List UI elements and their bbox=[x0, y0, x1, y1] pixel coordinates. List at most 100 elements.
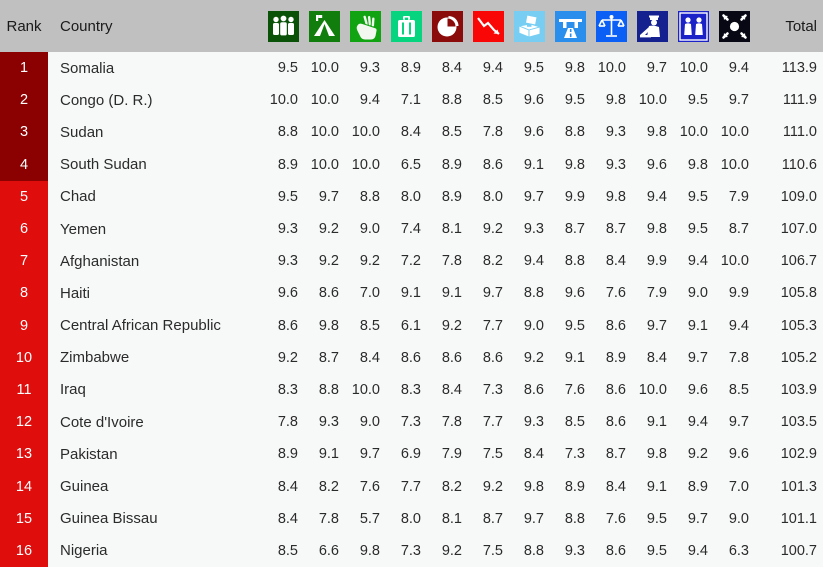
score-cell-2: 9.8 bbox=[318, 317, 339, 334]
score-cell-8: 7.6 bbox=[564, 381, 585, 398]
score-cell-8: 8.5 bbox=[564, 414, 585, 431]
table-row[interactable]: 5 Chad 9.5 9.7 8.8 8.0 8.9 8.0 9.7 9.9 9.8 9.4 9.5 7.… bbox=[0, 180, 823, 213]
score-cell-8: 9.6 bbox=[564, 285, 585, 302]
column-header-uneven-economic-development[interactable] bbox=[427, 0, 468, 52]
score-cell-12: 7.9 bbox=[728, 188, 749, 205]
score-cell-10: 9.8 bbox=[646, 221, 667, 238]
score-cell-12: 6.3 bbox=[728, 542, 749, 559]
column-header-human-flight-brain-drain[interactable] bbox=[386, 0, 427, 52]
rank-cell: 5 bbox=[0, 180, 48, 213]
score-cell-1: 8.4 bbox=[277, 478, 298, 495]
table-row[interactable]: 14 Guinea 8.4 8.2 7.6 7.7 8.2 9.2 9.8 8.9 8.4 9.1 8.… bbox=[0, 470, 823, 503]
score-cell-11: 9.5 bbox=[687, 92, 708, 109]
table-row[interactable]: 12 Cote d'Ivoire 7.8 9.3 9.0 7.3 7.8 7.7 9.3 8.5 8… bbox=[0, 406, 823, 439]
country-cell: Chad bbox=[60, 188, 96, 206]
table-row[interactable]: 15 Guinea Bissau 8.4 7.8 5.7 8.0 8.1 8.7 9.7 8.8 7… bbox=[0, 502, 823, 535]
column-header-demographic-pressures[interactable] bbox=[263, 0, 304, 52]
column-header-external-intervention[interactable] bbox=[714, 0, 755, 52]
score-cell-10: 9.7 bbox=[646, 60, 667, 77]
score-cell-6: 7.8 bbox=[482, 124, 503, 141]
score-cell-12: 9.6 bbox=[728, 446, 749, 463]
score-cell-6: 7.5 bbox=[482, 446, 503, 463]
score-cell-10: 8.4 bbox=[646, 349, 667, 366]
total-cell: 101.1 bbox=[780, 510, 817, 527]
score-cell-1: 8.9 bbox=[277, 446, 298, 463]
rank-cell: 6 bbox=[0, 212, 48, 246]
total-cell: 113.9 bbox=[781, 60, 817, 77]
score-cell-5: 8.4 bbox=[441, 381, 462, 398]
table-row[interactable]: 4 South Sudan 8.9 10.0 10.0 6.5 8.9 8.6 9.1 9.8 9.… bbox=[0, 148, 823, 181]
score-cell-9: 8.6 bbox=[605, 542, 626, 559]
total-cell: 105.3 bbox=[780, 317, 817, 334]
score-cell-11: 9.5 bbox=[687, 221, 708, 238]
table-row[interactable]: 7 Afghanistan 9.3 9.2 9.2 7.2 7.8 8.2 9.4 8.8 8.4 9… bbox=[0, 245, 823, 278]
column-header-rank[interactable]: Rank bbox=[0, 0, 48, 52]
score-cell-2: 7.8 bbox=[318, 510, 339, 527]
table-row[interactable]: 6 Yemen 9.3 9.2 9.0 7.4 8.1 9.2 9.3 8.7 8.7 9.8 9.5 8… bbox=[0, 212, 823, 246]
table-row[interactable]: 3 Sudan 8.8 10.0 10.0 8.4 8.5 7.8 9.6 8.8 9.3 9.8 10… bbox=[0, 116, 823, 149]
rank-cell: 3 bbox=[0, 116, 48, 149]
score-cell-2: 8.2 bbox=[318, 478, 339, 495]
table-row[interactable]: 9 Central African Republic 8.6 9.8 8.5 6.1 9.2… bbox=[0, 309, 823, 342]
score-cell-7: 9.1 bbox=[523, 156, 544, 173]
score-cell-5: 8.9 bbox=[441, 188, 462, 205]
country-cell: Zimbabwe bbox=[60, 349, 130, 367]
score-cell-2: 10.0 bbox=[310, 92, 339, 109]
score-cell-7: 9.6 bbox=[523, 92, 544, 109]
table-row[interactable]: 16 Nigeria 8.5 6.6 9.8 7.3 9.2 7.5 8.8 9.3 8.6 9.5 9… bbox=[0, 534, 823, 567]
total-cell: 106.7 bbox=[780, 253, 817, 270]
score-cell-3: 10.0 bbox=[351, 156, 380, 173]
score-cell-6: 9.7 bbox=[482, 285, 503, 302]
score-cell-1: 9.3 bbox=[277, 221, 298, 238]
score-cell-2: 8.7 bbox=[318, 349, 339, 366]
security-apparatus-police-icon bbox=[637, 10, 668, 42]
score-cell-7: 8.4 bbox=[523, 446, 544, 463]
score-cell-10: 9.9 bbox=[646, 253, 667, 270]
score-cell-2: 9.1 bbox=[318, 446, 339, 463]
rank-cell: 11 bbox=[0, 373, 48, 407]
column-header-public-services[interactable] bbox=[550, 0, 591, 52]
table-row[interactable]: 10 Zimbabwe 9.2 8.7 8.4 8.6 8.6 8.6 9.2 9.1 8.9 8.4… bbox=[0, 341, 823, 374]
table-row[interactable]: 2 Congo (D. R.) 10.0 10.0 9.4 7.1 8.8 8.5 9.6 9.5… bbox=[0, 84, 823, 117]
score-cell-1: 9.3 bbox=[277, 253, 298, 270]
column-header-state-legitimacy[interactable] bbox=[509, 0, 550, 52]
column-header-refugees-and-idps[interactable] bbox=[304, 0, 345, 52]
score-cell-3: 9.0 bbox=[359, 221, 380, 238]
table-row[interactable]: 8 Haiti 9.6 8.6 7.0 9.1 9.1 9.7 8.8 9.6 7.6 7.9 9.0 9… bbox=[0, 277, 823, 310]
score-cell-8: 8.9 bbox=[564, 478, 585, 495]
total-cell: 105.2 bbox=[780, 349, 817, 366]
group-grievance-fist-icon bbox=[350, 10, 381, 42]
table-row[interactable]: 13 Pakistan 8.9 9.1 9.7 6.9 7.9 7.5 8.4 7.3 8.7 9.8… bbox=[0, 438, 823, 471]
score-cell-6: 9.2 bbox=[482, 221, 503, 238]
score-cell-11: 10.0 bbox=[679, 124, 708, 141]
country-cell: Iraq bbox=[60, 381, 86, 399]
score-cell-1: 8.6 bbox=[277, 317, 298, 334]
score-cell-3: 9.3 bbox=[359, 60, 380, 77]
score-cell-6: 7.3 bbox=[482, 381, 503, 398]
score-cell-10: 9.8 bbox=[646, 446, 667, 463]
score-cell-7: 9.6 bbox=[523, 124, 544, 141]
column-header-economic-decline[interactable] bbox=[468, 0, 509, 52]
table-row[interactable]: 11 Iraq 8.3 8.8 10.0 8.3 8.4 7.3 8.6 7.6 8.6 10.0 9.… bbox=[0, 373, 823, 407]
score-cell-9: 9.3 bbox=[605, 124, 626, 141]
score-cell-1: 7.8 bbox=[277, 414, 298, 431]
score-cell-4: 6.5 bbox=[400, 156, 421, 173]
column-header-group-grievance[interactable] bbox=[345, 0, 386, 52]
score-cell-3: 8.8 bbox=[359, 188, 380, 205]
column-header-human-rights-and-rule-of-law[interactable] bbox=[591, 0, 632, 52]
score-cell-10: 9.8 bbox=[646, 124, 667, 141]
score-cell-2: 8.8 bbox=[318, 381, 339, 398]
score-cell-3: 9.2 bbox=[359, 253, 380, 270]
column-header-total[interactable]: Total bbox=[755, 0, 823, 52]
score-cell-12: 9.0 bbox=[728, 510, 749, 527]
score-cell-4: 8.0 bbox=[400, 510, 421, 527]
total-cell: 103.9 bbox=[780, 381, 817, 398]
external-intervention-scatter-icon bbox=[719, 10, 750, 42]
column-header-security-apparatus[interactable] bbox=[632, 0, 673, 52]
table-row[interactable]: 1 Somalia 9.5 10.0 9.3 8.9 8.4 9.4 9.5 9.8 10.0 9.7… bbox=[0, 52, 823, 85]
column-header-factionalized-elites[interactable] bbox=[673, 0, 714, 52]
score-cell-11: 9.0 bbox=[687, 285, 708, 302]
column-header-country[interactable]: Country bbox=[48, 0, 263, 52]
score-cell-2: 10.0 bbox=[310, 124, 339, 141]
rank-cell: 15 bbox=[0, 502, 48, 535]
